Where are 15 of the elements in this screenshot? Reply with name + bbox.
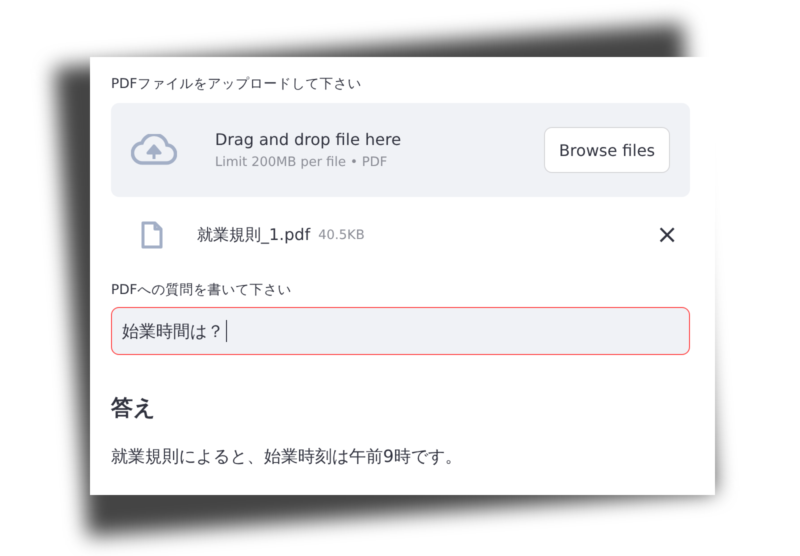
answer-text: 就業規則によると、始業時刻は午前9時です。: [111, 446, 463, 468]
close-button[interactable]: ×: [644, 220, 690, 250]
file-name: 就業規則_1.pdf: [197, 224, 310, 246]
upload-label: PDFファイルをアップロードして下さい: [111, 75, 362, 93]
file-limit-text: Limit 200MB per file • PDF: [215, 155, 388, 170]
answer-heading: 答え: [111, 395, 157, 423]
question-field[interactable]: 始業時間は？: [111, 307, 690, 355]
cloud-upload-icon: [131, 134, 177, 166]
file-size: 40.5KB: [318, 228, 366, 242]
question-text: 始業時間は？: [122, 320, 224, 342]
browse-files-button[interactable]: Browse files: [544, 127, 670, 173]
drop-zone[interactable]: Drag and drop file here Limit 200MB per file • PDF Browse files: [111, 103, 690, 197]
question-label: PDFへの質問を書いて下さい: [111, 281, 292, 299]
file-icon: [141, 221, 163, 249]
drop-zone-title: Drag and drop file here: [215, 130, 402, 149]
